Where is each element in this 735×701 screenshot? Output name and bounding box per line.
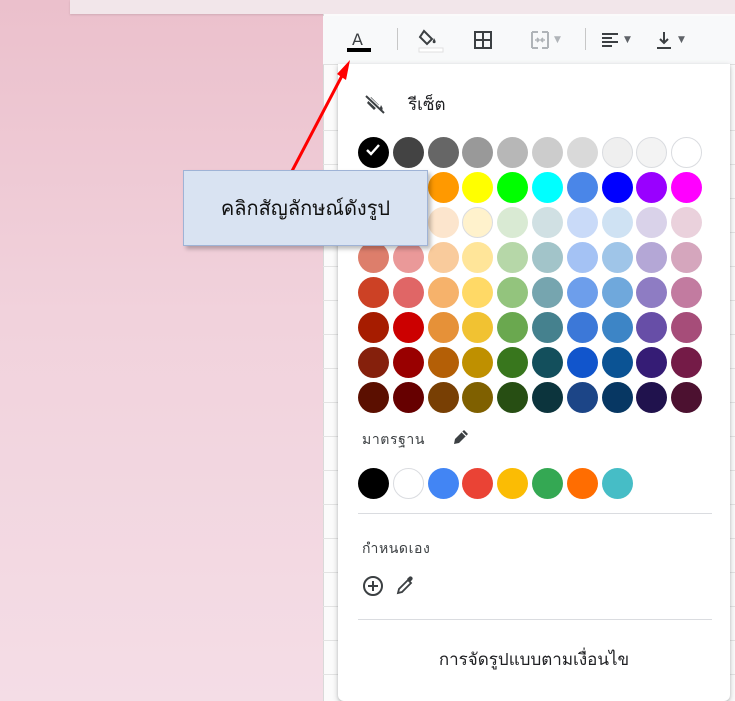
instruction-callout: คลิกสัญลักษณ์ดังรูป [183, 170, 428, 246]
callout-text: คลิกสัญลักษณ์ดังรูป [220, 196, 391, 220]
annotation-arrow [268, 60, 350, 214]
